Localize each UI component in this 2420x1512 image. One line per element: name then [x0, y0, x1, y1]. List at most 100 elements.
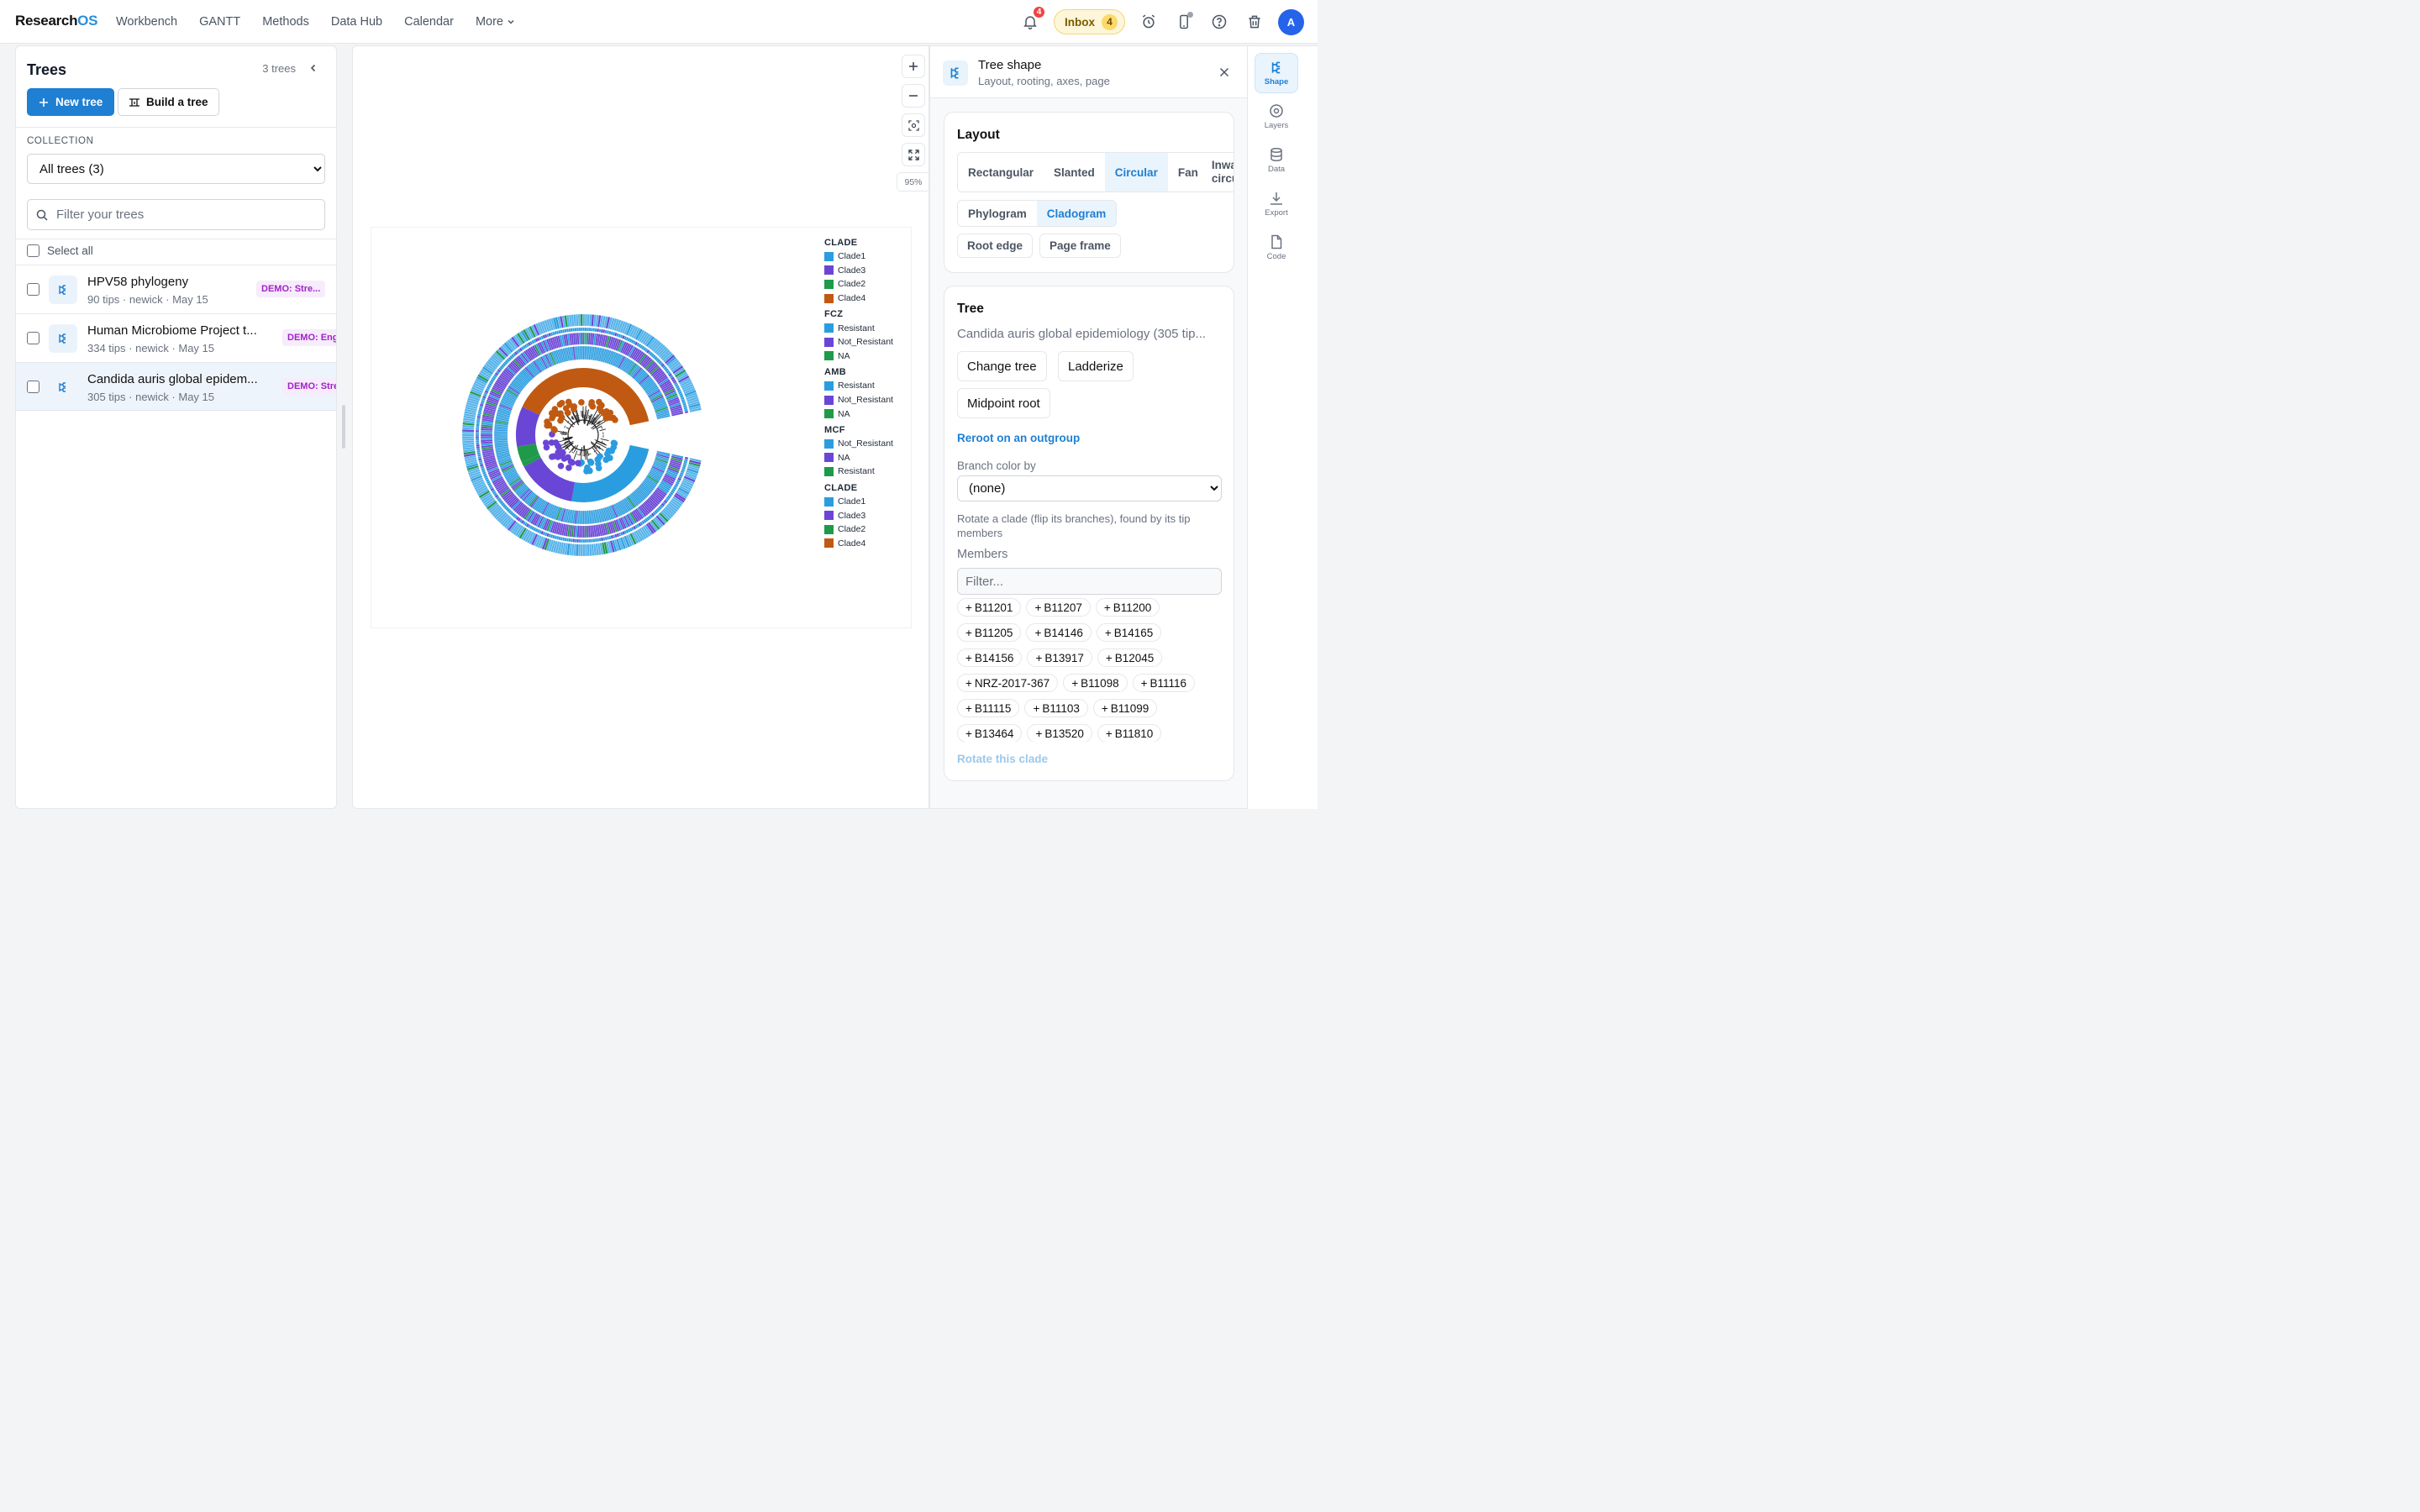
plus-icon: + [965, 701, 972, 715]
annotation-ring-segment [578, 538, 581, 543]
nav-data-hub[interactable]: Data Hub [331, 15, 382, 29]
layout-slanted[interactable]: Slanted [1044, 153, 1105, 192]
rail-code[interactable]: Code [1255, 228, 1298, 268]
branch-cladogram[interactable]: Cladogram [1036, 201, 1117, 226]
collection-select[interactable]: All trees (3) [27, 154, 325, 184]
tree-shape-panel: Tree shape Layout, rooting, axes, page L… [929, 45, 1247, 809]
legend-swatch [824, 337, 834, 347]
layout-inward-circular[interactable]: Inwa circu [1207, 153, 1234, 192]
annotation-ring-segment [581, 345, 583, 360]
panel-resize-handle[interactable] [342, 405, 345, 449]
alarm-button[interactable] [1137, 10, 1160, 34]
member-chip[interactable]: + B11205 [957, 623, 1022, 642]
annotation-ring-segment [584, 525, 587, 538]
zoom-level: 95% [897, 172, 929, 192]
layout-fan[interactable]: Fan [1167, 153, 1208, 192]
member-chip[interactable]: + B11201 [957, 598, 1022, 617]
tree-canvas[interactable]: 95% CLADE Clade1 Clade3 Clade2 Clade4 FCZ Resi… [352, 45, 929, 809]
page-frame-toggle[interactable]: Page frame [1039, 234, 1121, 258]
inbox-button[interactable]: Inbox 4 [1054, 9, 1125, 34]
member-chip[interactable]: + B11810 [1097, 724, 1162, 742]
fullscreen-button[interactable] [902, 143, 925, 166]
device-button[interactable] [1172, 10, 1196, 34]
midpoint-root-button[interactable]: Midpoint root [957, 388, 1050, 418]
member-chip[interactable]: + B13464 [957, 724, 1023, 742]
build-tree-button[interactable]: Build a tree [118, 88, 219, 116]
zoom-in-button[interactable] [902, 55, 925, 78]
tree-row-checkbox[interactable] [27, 332, 39, 344]
change-tree-button[interactable]: Change tree [957, 351, 1047, 381]
members-label: Members [957, 548, 1008, 561]
nav-gantt[interactable]: GANTT [199, 15, 240, 29]
member-chip[interactable]: + B13520 [1027, 724, 1092, 742]
rail-export[interactable]: Export [1255, 184, 1298, 224]
legend-item: Not_Resistant [824, 393, 893, 407]
tree-row[interactable]: Human Microbiome Project t... 334 tips ·… [16, 313, 336, 362]
tip-marker [598, 402, 605, 409]
member-chip[interactable]: + B11115 [957, 699, 1020, 717]
tree-row[interactable]: Candida auris global epidem... 305 tips … [16, 362, 336, 411]
member-chip[interactable]: + B14156 [957, 648, 1023, 667]
member-chip[interactable]: + B14146 [1026, 623, 1092, 642]
member-chip[interactable]: + B11200 [1095, 598, 1160, 617]
tip-marker [545, 421, 553, 428]
fit-view-button[interactable] [902, 113, 925, 137]
member-chip-label: B11116 [1150, 676, 1187, 690]
rotate-clade-button[interactable]: Rotate this clade [957, 753, 1048, 765]
member-chip[interactable]: + B11098 [1063, 674, 1128, 692]
tree-row[interactable]: HPV58 phylogeny 90 tips · newick · May 1… [16, 265, 336, 313]
collection-label: COLLECTION [27, 136, 94, 146]
tree-row-checkbox[interactable] [27, 283, 39, 296]
rail-layers[interactable]: Layers [1255, 97, 1298, 137]
new-tree-button[interactable]: New tree [27, 88, 115, 116]
root-edge-toggle[interactable]: Root edge [957, 234, 1033, 258]
reroot-link[interactable]: Reroot on an outgroup [957, 432, 1080, 444]
member-chip[interactable]: + B11099 [1092, 699, 1158, 717]
member-chip[interactable]: + B13917 [1027, 648, 1092, 667]
annotation-ring-segment [584, 538, 587, 543]
legend-swatch [824, 524, 834, 534]
member-chip-label: B14146 [1044, 626, 1083, 639]
ladderize-button[interactable]: Ladderize [1058, 351, 1134, 381]
user-avatar[interactable]: A [1278, 8, 1304, 35]
legend-label: Resistant [838, 323, 875, 333]
rail-data[interactable]: Data [1255, 140, 1298, 181]
member-chip-label: B13464 [974, 727, 1014, 740]
filter-trees-input[interactable] [56, 207, 308, 222]
brand-logo[interactable]: ResearchOS [15, 13, 97, 29]
main-nav: Workbench GANTT Methods Data Hub Calenda… [116, 0, 515, 44]
legend-swatch [824, 409, 834, 419]
collapse-panel-button[interactable] [304, 59, 323, 77]
trash-button[interactable] [1243, 10, 1266, 34]
member-chip[interactable]: + B11103 [1024, 699, 1088, 717]
zoom-out-button[interactable] [902, 84, 925, 108]
member-chip[interactable]: + B11116 [1132, 674, 1196, 692]
member-chip[interactable]: + NRZ-2017-367 [957, 674, 1059, 692]
branch-phylogram[interactable]: Phylogram [958, 201, 1037, 226]
close-panel-button[interactable] [1215, 63, 1234, 81]
plus-icon: + [965, 626, 972, 639]
annotation-ring-segment [582, 543, 586, 557]
member-chip[interactable]: + B12045 [1097, 648, 1163, 667]
layout-rectangular[interactable]: Rectangular [958, 153, 1044, 192]
annotation-ring-segment [476, 442, 480, 445]
branch-color-select[interactable]: (none) [957, 475, 1222, 501]
select-all-checkbox[interactable] [27, 244, 39, 257]
alarm-clock-icon [1142, 14, 1155, 29]
help-button[interactable] [1207, 10, 1231, 34]
notifications-button[interactable]: 4 [1018, 5, 1046, 34]
plus-icon: + [965, 651, 972, 664]
members-filter-input[interactable] [957, 568, 1222, 595]
layout-circular[interactable]: Circular [1104, 153, 1168, 192]
nav-methods[interactable]: Methods [262, 15, 309, 29]
tree-row-checkbox[interactable] [27, 381, 39, 393]
member-chip[interactable]: + B14165 [1096, 623, 1162, 642]
annotation-ring-segment [582, 327, 585, 332]
member-chip[interactable]: + B11207 [1026, 598, 1091, 617]
rail-shape[interactable]: Shape [1255, 53, 1298, 93]
nav-calendar[interactable]: Calendar [404, 15, 454, 29]
nav-more[interactable]: More [476, 15, 515, 29]
annotation-ring-segment [582, 332, 585, 345]
select-all[interactable]: Select all [27, 244, 93, 257]
nav-workbench[interactable]: Workbench [116, 15, 177, 29]
